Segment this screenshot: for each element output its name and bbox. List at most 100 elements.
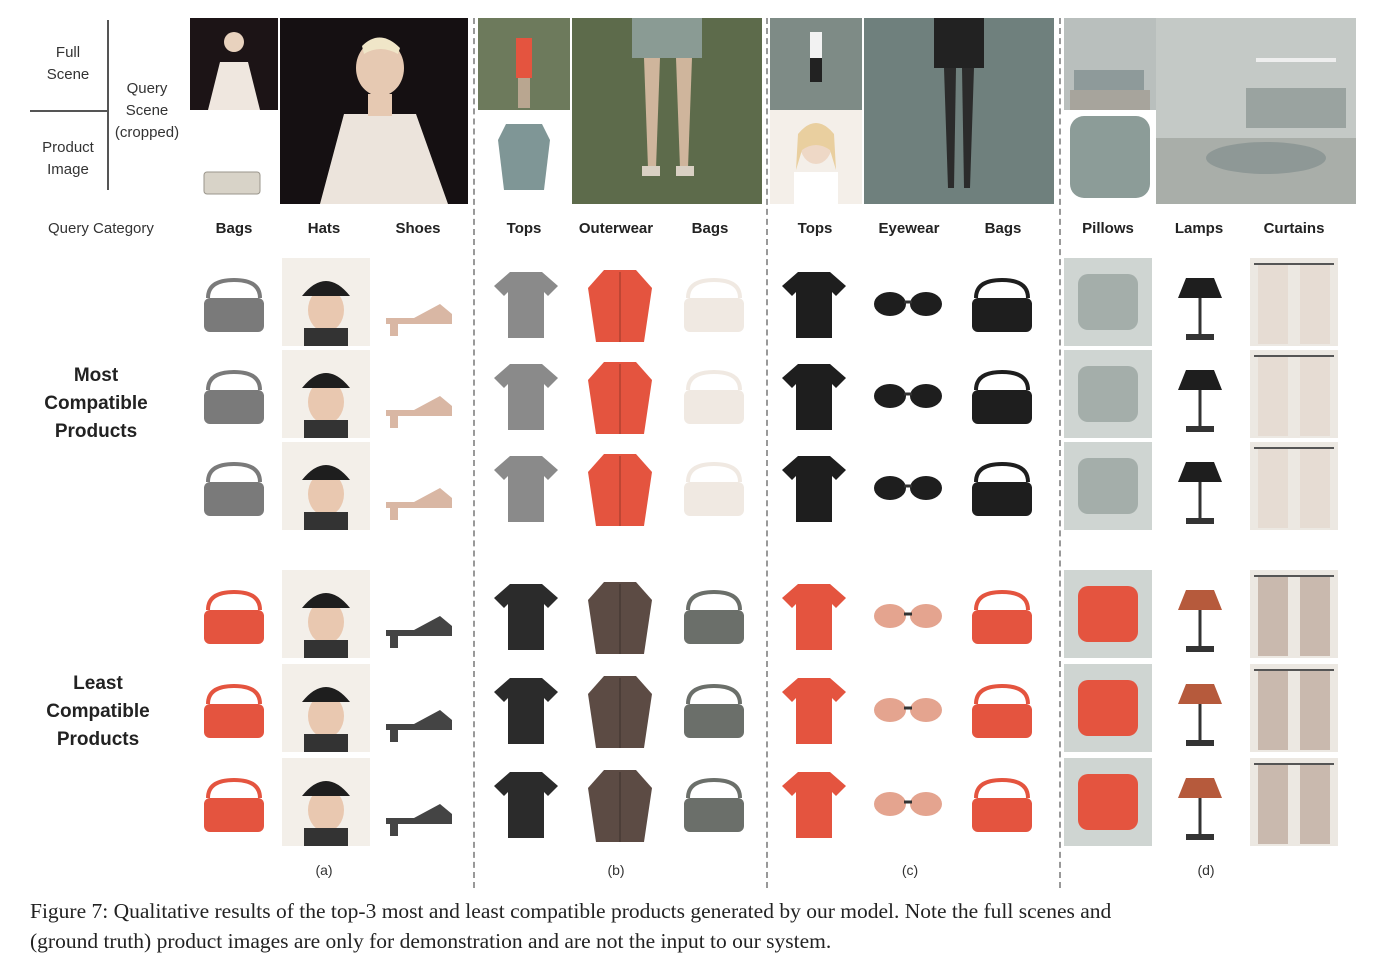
glasses-icon	[864, 758, 952, 846]
category-label: Bags	[691, 220, 729, 237]
shoe-icon	[374, 258, 462, 346]
handbag-icon	[190, 350, 278, 438]
pillow-icon	[1064, 350, 1152, 438]
curtain-icon	[1250, 664, 1338, 752]
panel-b-query-scene	[572, 18, 762, 204]
pillow-icon	[1064, 758, 1152, 846]
handbag-icon	[190, 570, 278, 658]
curtain-icon	[1250, 570, 1338, 658]
category-label: Hats	[307, 220, 341, 237]
handbag-icon	[670, 350, 758, 438]
panel-d-product-image	[1064, 110, 1156, 204]
handbag-icon	[670, 258, 758, 346]
hat-icon	[282, 664, 370, 752]
hat-icon	[282, 442, 370, 530]
handbag-icon	[190, 442, 278, 530]
handbag-icon	[670, 664, 758, 752]
shirt-icon	[482, 350, 570, 438]
shirt-icon	[770, 664, 858, 752]
handbag-icon	[958, 442, 1046, 530]
shoe-icon	[374, 570, 462, 658]
handbag-icon	[670, 442, 758, 530]
legend-full-scene: Full Scene	[46, 44, 90, 83]
handbag-icon	[670, 758, 758, 846]
category-label: Tops	[506, 220, 542, 237]
handbag-icon	[190, 758, 278, 846]
curtain-icon	[1250, 350, 1338, 438]
curtain-icon	[1250, 442, 1338, 530]
shirt-icon	[770, 258, 858, 346]
glasses-icon	[864, 442, 952, 530]
category-label: Bags	[984, 220, 1022, 237]
handbag-icon	[958, 350, 1046, 438]
shoe-icon	[374, 350, 462, 438]
shirt-icon	[482, 570, 570, 658]
panel-d-full-scene	[1064, 18, 1156, 110]
legend-product-image: Product Image	[42, 139, 94, 178]
panel-label-b: (b)	[607, 862, 625, 878]
panel-a-full-scene	[190, 18, 278, 110]
panel-d-query-scene	[1156, 18, 1356, 204]
lamp-icon	[1156, 570, 1244, 658]
category-label: Shoes	[395, 220, 441, 237]
shirt-icon	[482, 758, 570, 846]
curtain-icon	[1250, 258, 1338, 346]
lamp-icon	[1156, 664, 1244, 752]
coat-icon	[576, 570, 664, 658]
category-label: Pillows	[1082, 220, 1134, 237]
coat-icon	[576, 350, 664, 438]
hat-icon	[282, 570, 370, 658]
shirt-icon	[770, 350, 858, 438]
panel-label-c: (c)	[901, 862, 919, 878]
glasses-icon	[864, 570, 952, 658]
query-category-label: Query Category	[48, 220, 154, 237]
glasses-icon	[864, 350, 952, 438]
row-label-least-compatible: Least Compatible Products	[46, 673, 150, 750]
handbag-icon	[958, 664, 1046, 752]
caption-line-1: Figure 7: Qualitative results of the top…	[30, 899, 1112, 923]
panel-c-full-scene	[770, 18, 862, 110]
panel-separator	[1059, 18, 1061, 888]
figure-caption: Figure 7: Qualitative results of the top…	[30, 896, 1375, 956]
category-label: Lamps	[1174, 220, 1224, 237]
handbag-icon	[958, 258, 1046, 346]
row-label-most-compatible: Most Compatible Products	[44, 365, 148, 442]
lamp-icon	[1156, 758, 1244, 846]
coat-icon	[576, 442, 664, 530]
shirt-icon	[482, 442, 570, 530]
handbag-icon	[958, 758, 1046, 846]
coat-icon	[576, 758, 664, 846]
shirt-icon	[770, 570, 858, 658]
shoe-icon	[374, 664, 462, 752]
category-label: Tops	[797, 220, 833, 237]
coat-icon	[576, 664, 664, 752]
handbag-icon	[670, 570, 758, 658]
pillow-icon	[1064, 258, 1152, 346]
glasses-icon	[864, 664, 952, 752]
panel-label-d: (d)	[1197, 862, 1215, 878]
category-label: Curtains	[1263, 220, 1325, 237]
pillow-icon	[1064, 664, 1152, 752]
legend-divider-h	[30, 110, 108, 112]
glasses-icon	[864, 258, 952, 346]
panel-a-query-scene	[280, 18, 468, 204]
hat-icon	[282, 350, 370, 438]
pillow-icon	[1064, 570, 1152, 658]
shoe-icon	[374, 758, 462, 846]
handbag-icon	[190, 664, 278, 752]
panel-c-query-scene	[864, 18, 1054, 204]
caption-line-2: (ground truth) product images are only f…	[30, 929, 832, 953]
lamp-icon	[1156, 258, 1244, 346]
pillow-icon	[1064, 442, 1152, 530]
hat-icon	[282, 258, 370, 346]
category-label: Bags	[215, 220, 253, 237]
handbag-icon	[958, 570, 1046, 658]
shirt-icon	[770, 442, 858, 530]
panel-b-product-image	[478, 110, 570, 204]
legend-query-scene: Query Scene (cropped)	[114, 80, 180, 141]
panel-label-a: (a)	[315, 862, 333, 878]
panel-b-full-scene	[478, 18, 570, 110]
coat-icon	[576, 258, 664, 346]
panel-separator	[473, 18, 475, 888]
panel-separator	[766, 18, 768, 888]
